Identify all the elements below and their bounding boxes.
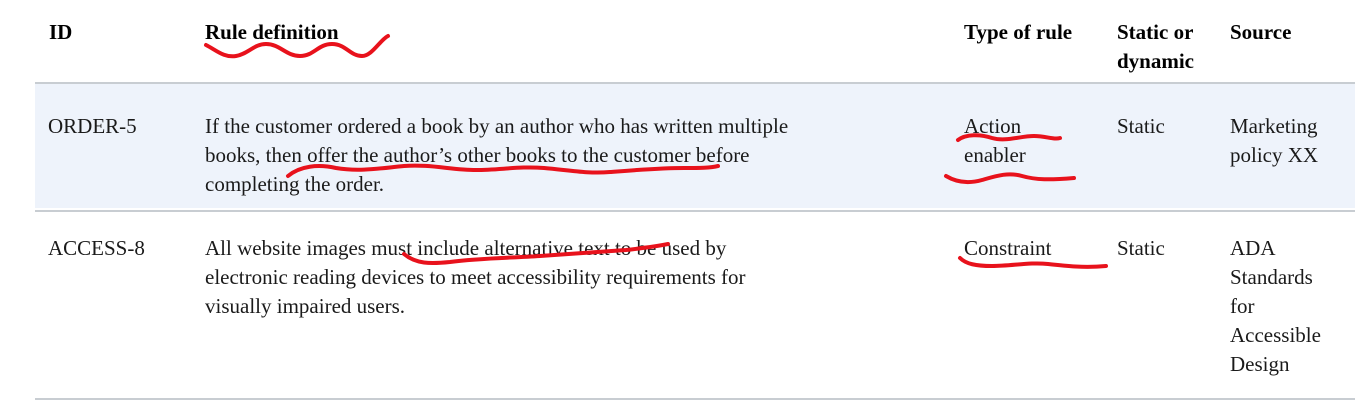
row-type: Action enabler [964, 112, 1026, 170]
definition-line: visually impaired users. [205, 294, 406, 318]
type-line: Action [964, 114, 1022, 138]
table-row: ACCESS-8 All website images must include… [35, 214, 1355, 398]
row-definition: If the customer ordered a book by an aut… [205, 112, 788, 199]
type-line: enabler [964, 143, 1026, 167]
header-static-or-dynamic-line2: dynamic [1117, 49, 1195, 73]
definition-line: books, then offer the author’s other boo… [205, 143, 750, 167]
header-type-of-rule: Type of rule [964, 20, 1073, 44]
definition-line: electronic reading devices to meet acces… [205, 265, 746, 289]
row-static-or-dynamic: Static [1117, 114, 1165, 138]
row-type: Constraint [964, 234, 1052, 263]
row-id: ORDER-5 [48, 114, 137, 138]
source-line: policy XX [1230, 143, 1319, 167]
type-line: Constraint [964, 236, 1052, 260]
row-id: ACCESS-8 [48, 236, 145, 260]
row-source: ADA Standards for Accessible Design [1230, 234, 1321, 379]
source-line: Standards [1230, 265, 1313, 289]
source-line: ADA [1230, 236, 1276, 260]
definition-line: All website images must include alternat… [205, 236, 727, 260]
source-line: for [1230, 294, 1255, 318]
row-definition: All website images must include alternat… [205, 234, 746, 321]
divider [35, 398, 1355, 400]
divider [35, 210, 1355, 212]
business-rules-table: ID Rule definition Type of rule Static o… [35, 0, 1355, 401]
row-static-or-dynamic: Static [1117, 236, 1165, 260]
row-source: Marketing policy XX [1230, 112, 1318, 170]
table-header: ID Rule definition Type of rule Static o… [35, 0, 1355, 82]
header-source: Source [1230, 20, 1292, 44]
header-static-or-dynamic-line1: Static or [1117, 20, 1194, 44]
table-row: ORDER-5 If the customer ordered a book b… [35, 84, 1355, 208]
definition-line: completing the order. [205, 172, 385, 196]
header-static-or-dynamic: Static or dynamic [1117, 18, 1194, 76]
source-line: Marketing [1230, 114, 1318, 138]
source-line: Accessible [1230, 323, 1321, 347]
header-id: ID [49, 20, 73, 44]
definition-line: If the customer ordered a book by an aut… [205, 114, 789, 138]
header-rule-definition: Rule definition [205, 20, 339, 44]
source-line: Design [1230, 352, 1290, 376]
